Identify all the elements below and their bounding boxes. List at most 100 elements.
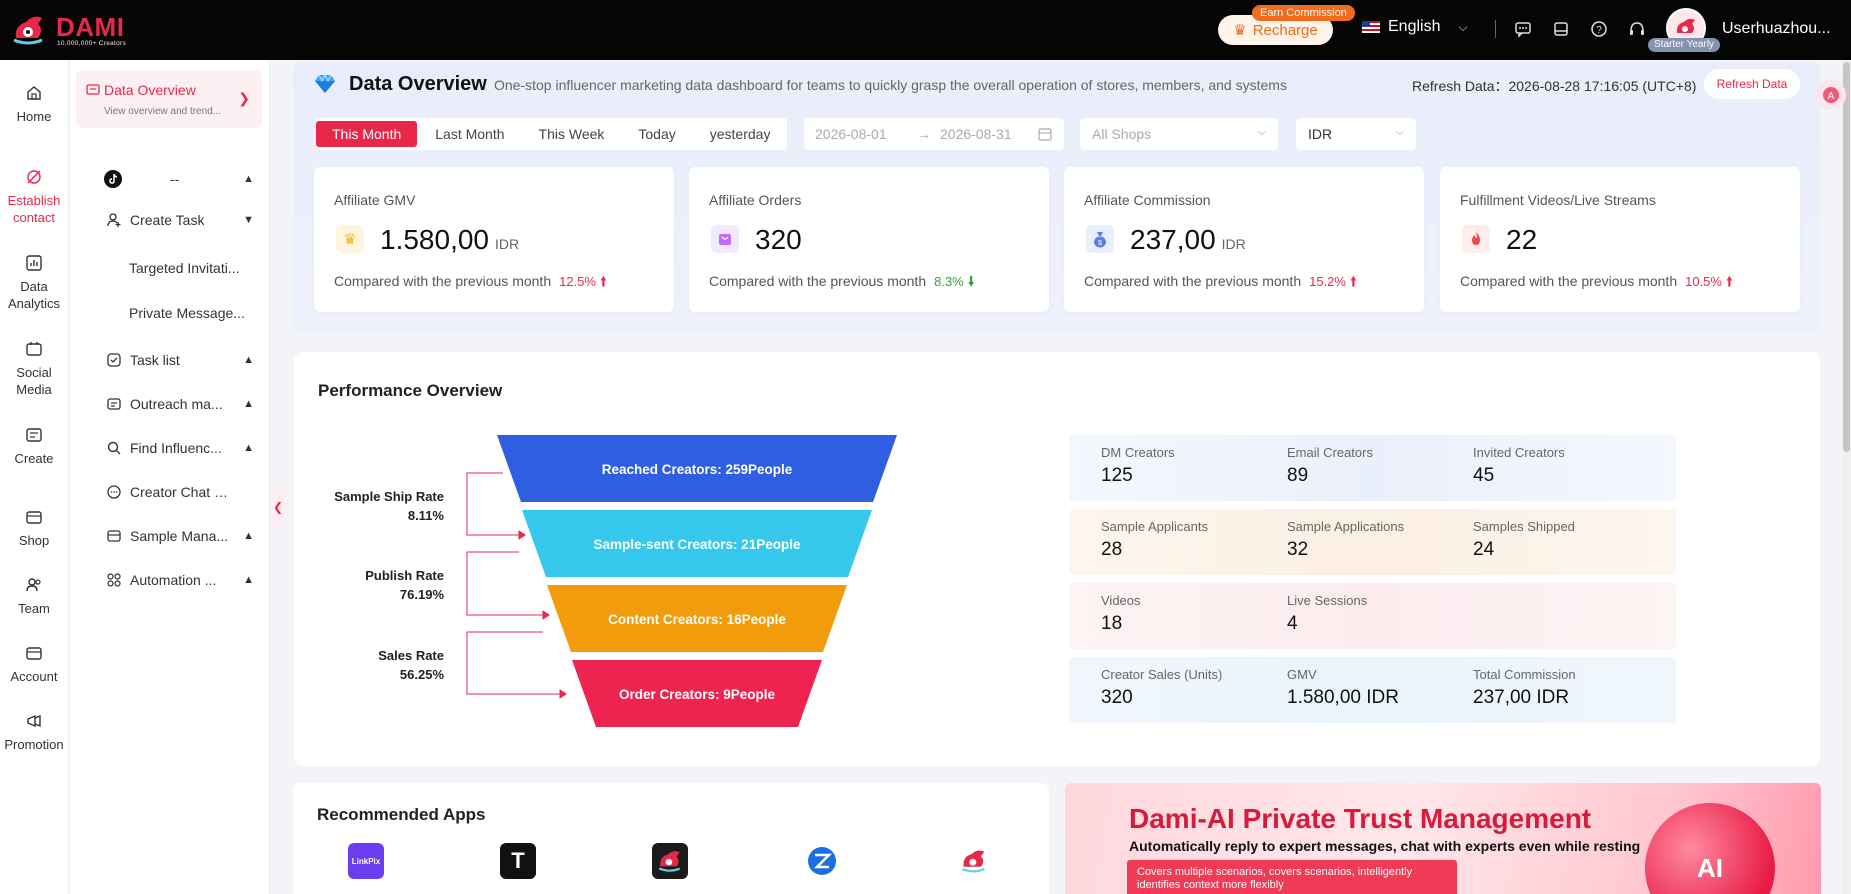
rate-name: Sales Rate — [378, 648, 444, 663]
kpi-value: 22 — [1506, 224, 1538, 255]
kpi-card-affiliate-orders: Affiliate Orders 320 Compared with the p… — [689, 167, 1049, 312]
subnav-create-task[interactable]: Create Task ▼ — [70, 205, 262, 235]
shop-icon — [26, 511, 42, 524]
period-tabs: This Month Last Month This Week Today ye… — [316, 118, 788, 150]
home-icon — [27, 86, 41, 100]
rail-item-data-analytics[interactable]: Data Analytics — [0, 254, 68, 312]
app-linkpix-icon[interactable]: LinkPix — [348, 843, 384, 879]
rate-name: Publish Rate — [365, 568, 444, 583]
subnav-find-influencers[interactable]: Find Influenc... ▲ — [70, 433, 262, 463]
rail-item-home[interactable]: Home — [0, 84, 68, 125]
date-start: 2026-08-01 — [815, 126, 887, 142]
tab-yesterday[interactable]: yesterday — [694, 121, 787, 147]
stats-row-outreach: DM Creators 125 Email Creators 89 Invited … — [1069, 435, 1676, 501]
subnav-sample-management[interactable]: Sample Mana... ▲ — [70, 521, 262, 551]
tab-this-week[interactable]: This Week — [523, 121, 621, 147]
stat-label: Email Creators — [1287, 445, 1373, 460]
rail-item-shop[interactable]: Shop — [0, 508, 68, 549]
rail-item-account[interactable]: Account — [0, 644, 68, 685]
rail-item-create[interactable]: Create — [0, 426, 68, 467]
kpi-value-wrap: 22 — [1506, 224, 1537, 256]
subnav-task-list[interactable]: Task list ▲ — [70, 345, 262, 375]
refresh-data-button[interactable]: Refresh Data — [1704, 69, 1800, 99]
rail-label: Shop — [18, 533, 50, 548]
translate-icon[interactable]: A — [1816, 80, 1846, 110]
date-range-picker[interactable]: 2026-08-01 → 2026-08-31 — [804, 118, 1064, 150]
currency-select[interactable]: IDR ⌵ — [1296, 118, 1416, 150]
tab-this-month[interactable]: This Month — [316, 121, 418, 147]
chevron-up-icon: ▲ — [243, 442, 254, 454]
rail-item-team[interactable]: Team — [0, 576, 68, 617]
chevron-up-icon: ▲ — [243, 354, 254, 366]
funnel-segment-sample-sent[interactable] — [522, 510, 872, 577]
account-icon — [26, 647, 42, 660]
megaphone-icon — [27, 714, 41, 728]
headset-icon[interactable] — [1626, 18, 1648, 40]
logo[interactable]: DAMI 10,000,000+ Creators — [10, 10, 150, 50]
chevron-down-icon: ⌵ — [1257, 126, 1266, 138]
chevron-down-icon: ▼ — [243, 214, 254, 226]
tab-last-month[interactable]: Last Month — [419, 121, 520, 147]
funnel-segment-content[interactable] — [547, 585, 847, 652]
subnav-label: Find Influenc... — [130, 440, 222, 456]
chevron-up-icon: ▲ — [243, 398, 254, 410]
date-end: 2026-08-31 — [940, 126, 1012, 142]
subnav-platform[interactable]: -- ▲ — [70, 164, 262, 194]
chevron-right-icon: ❯ — [238, 90, 250, 106]
app-z-icon[interactable] — [804, 843, 840, 879]
subnav-private-message[interactable]: Private Message... — [70, 298, 262, 328]
stat-label: GMV — [1287, 667, 1317, 682]
shop-select-value: All Shops — [1092, 126, 1152, 142]
app-t-icon[interactable]: T — [500, 843, 536, 879]
kpi-compare: Compared with the previous month 12.5% 🠙 — [334, 271, 607, 295]
rail-item-social-media[interactable]: Social Media — [0, 340, 68, 398]
funnel-segment-reached[interactable] — [497, 435, 897, 502]
banner-subline: Automatically reply to expert messages, … — [1129, 838, 1641, 854]
app-dami-light-icon[interactable] — [956, 843, 992, 879]
calendar-icon — [1038, 128, 1052, 141]
stat-label: Invited Creators — [1473, 445, 1565, 460]
rail-item-establish-contact[interactable]: Establish contact — [0, 168, 68, 226]
chat-icon[interactable] — [1512, 18, 1534, 40]
chart-icon — [26, 255, 42, 271]
team-icon — [26, 578, 41, 592]
subnav-item-data-overview[interactable]: Data Overview View overview and trend...… — [76, 70, 262, 128]
collapse-sidebar-button[interactable]: ❮ — [270, 485, 286, 529]
subnav-label: Private Message... — [129, 305, 245, 321]
subnav-outreach[interactable]: Outreach ma... ▲ — [70, 389, 262, 419]
app-dami-dark-icon[interactable] — [652, 843, 688, 879]
svg-text:$: $ — [1098, 240, 1102, 247]
kpi-compare-text: Compared with the previous month — [334, 273, 552, 289]
recharge-label: Recharge — [1252, 21, 1318, 39]
svg-text:?: ? — [1596, 25, 1602, 36]
crown-icon: ♛ — [336, 225, 364, 253]
layout-icon[interactable] — [1550, 18, 1572, 40]
subnav-automation[interactable]: Automation ... ▲ — [70, 565, 262, 595]
subnav-label: Create Task — [130, 212, 205, 228]
ai-badge: AI — [1645, 803, 1775, 894]
help-icon[interactable]: ? — [1588, 18, 1610, 40]
shop-select[interactable]: All Shops ⌵ — [1080, 118, 1278, 150]
kpi-change: 12.5% — [559, 274, 596, 289]
subnav-targeted-invitation[interactable]: Targeted Invitati... — [70, 253, 262, 283]
earn-commission-badge[interactable]: Earn Commission — [1252, 5, 1355, 21]
funnel-segment-order[interactable] — [572, 660, 822, 727]
create-icon — [26, 428, 42, 442]
stat-value: 18 — [1101, 613, 1123, 634]
rail-item-promotion[interactable]: Promotion — [0, 712, 68, 753]
subnav-creator-chat[interactable]: Creator Chat Wi... — [70, 477, 262, 507]
arrow-up-icon: 🠙 — [595, 273, 607, 289]
subnav-label: Automation ... — [130, 572, 217, 588]
chevron-down-icon: ⌵ — [1458, 19, 1468, 34]
tab-today[interactable]: Today — [622, 121, 691, 147]
promo-banner[interactable]: Dami-AI Private Trust Management Automat… — [1065, 783, 1821, 894]
language-selector[interactable]: English ⌵ — [1362, 18, 1468, 36]
username[interactable]: Userhuazhou... — [1722, 20, 1831, 38]
rate-value: 76.19% — [399, 587, 444, 602]
chevron-up-icon: ▲ — [243, 530, 254, 542]
kpi-change: 8.3% — [934, 274, 964, 289]
automation-icon — [107, 573, 121, 587]
kpi-unit: IDR — [1221, 236, 1246, 252]
stat-invited-creators: Invited Creators 45 — [1473, 445, 1565, 487]
scrollbar-thumb[interactable] — [1843, 62, 1850, 452]
